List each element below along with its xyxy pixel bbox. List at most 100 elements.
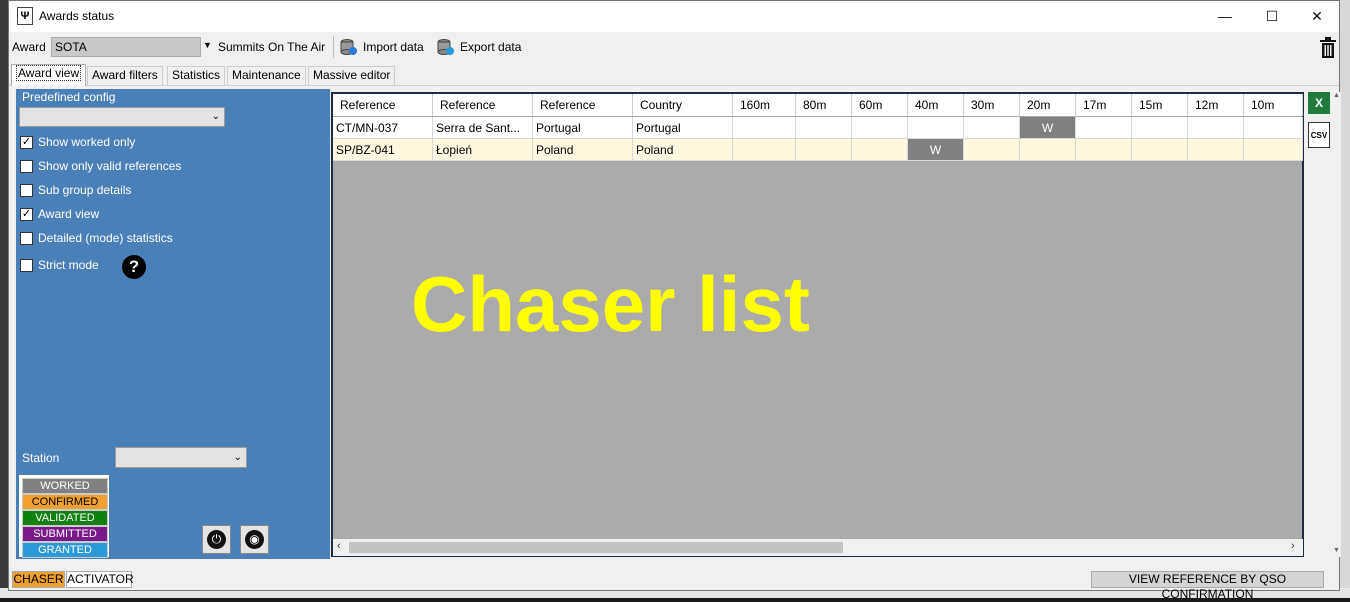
database-import-icon[interactable] (339, 38, 357, 56)
table-cell[interactable] (733, 139, 796, 161)
table-cell[interactable] (1076, 139, 1132, 161)
view-reference-button[interactable]: VIEW REFERENCE BY QSO CONFIRMATION (1091, 571, 1324, 601)
table-cell[interactable] (1244, 139, 1303, 161)
table-cell[interactable] (1188, 117, 1244, 139)
table-cell[interactable]: Serra de Sant... (433, 117, 533, 139)
worked-cell[interactable]: W (908, 139, 964, 161)
column-header[interactable]: 10m (1244, 94, 1303, 116)
table-cell[interactable] (908, 117, 964, 139)
column-header[interactable]: 12m (1188, 94, 1244, 116)
column-header[interactable]: Reference (433, 94, 533, 116)
minimize-button[interactable]: — (1202, 1, 1248, 32)
tab-massive-editor[interactable]: Massive editor (308, 66, 396, 85)
table-cell[interactable] (1188, 139, 1244, 161)
table-cell[interactable]: Łopień (433, 139, 533, 161)
table-cell[interactable] (1076, 117, 1132, 139)
column-header[interactable]: 160m (733, 94, 796, 116)
scrollbar-thumb[interactable] (349, 542, 843, 553)
database-export-icon[interactable] (436, 38, 454, 56)
grid-header: Reference Reference Reference Country 16… (333, 94, 1303, 116)
map-button[interactable]: ◉ (240, 525, 269, 554)
vertical-scrollbar[interactable]: ▲ ▼ (1333, 92, 1341, 557)
chaser-mode-button[interactable]: CHASER (12, 571, 65, 588)
export-data-button[interactable]: Export data (460, 40, 521, 54)
tab-award-filters[interactable]: Award filters (87, 66, 163, 85)
table-cell[interactable] (964, 117, 1020, 139)
tab-statistics[interactable]: Statistics (167, 66, 226, 85)
checkbox[interactable] (20, 184, 33, 197)
chevron-right-icon[interactable]: › (1291, 540, 1295, 552)
chevron-down-icon[interactable]: ▼ (203, 40, 212, 50)
chevron-down-icon: ⌄ (211, 111, 220, 122)
chevron-down-icon[interactable]: ▼ (1333, 547, 1340, 554)
table-cell[interactable] (852, 117, 908, 139)
help-icon[interactable]: ? (122, 255, 146, 279)
table-row[interactable]: SP/BZ-041 Łopień Poland Poland W (333, 139, 1303, 161)
legend-granted: GRANTED (22, 542, 108, 558)
refresh-button[interactable]: ⏻ (202, 525, 231, 554)
table-cell[interactable] (733, 117, 796, 139)
chevron-left-icon[interactable]: ‹ (337, 540, 341, 552)
checkbox[interactable] (20, 160, 33, 173)
overlay-caption: Chaser list (411, 260, 810, 348)
close-button[interactable]: ✕ (1294, 1, 1340, 32)
legend-submitted: SUBMITTED (22, 526, 108, 542)
table-cell[interactable]: Poland (633, 139, 733, 161)
activator-mode-button[interactable]: ACTIVATOR (66, 571, 134, 588)
column-header[interactable]: 17m (1076, 94, 1132, 116)
station-select[interactable]: ⌄ (115, 447, 247, 468)
options-panel: Predefined config ⌄ ✓ Show worked only S… (16, 89, 330, 559)
tab-maintenance[interactable]: Maintenance (227, 66, 306, 85)
table-cell[interactable] (964, 139, 1020, 161)
predefined-config-label: Predefined config (22, 90, 116, 104)
column-header[interactable]: Reference (533, 94, 633, 116)
trash-icon[interactable] (1319, 37, 1337, 59)
column-header[interactable]: 20m (1020, 94, 1076, 116)
column-header[interactable]: Country (633, 94, 733, 116)
column-header[interactable]: Reference (333, 94, 433, 116)
app-icon: Ψ (17, 7, 33, 25)
award-description: Summits On The Air (218, 40, 326, 54)
table-row[interactable]: CT/MN-037 Serra de Sant... Portugal Port… (333, 117, 1303, 139)
table-cell[interactable]: Portugal (633, 117, 733, 139)
excel-export-icon[interactable]: X (1308, 92, 1330, 114)
column-header[interactable]: 80m (796, 94, 852, 116)
table-cell[interactable] (1132, 139, 1188, 161)
chevron-up-icon[interactable]: ▲ (1333, 92, 1340, 99)
status-legend: WORKED CONFIRMED VALIDATED SUBMITTED GRA… (19, 475, 109, 558)
checkbox[interactable]: ✓ (20, 136, 33, 149)
checkbox[interactable]: ✓ (20, 208, 33, 221)
maximize-button[interactable]: ☐ (1249, 1, 1295, 32)
table-cell[interactable]: Portugal (533, 117, 633, 139)
option-label: Award view (38, 207, 100, 221)
column-header[interactable]: 40m (908, 94, 964, 116)
column-header[interactable]: 60m (852, 94, 908, 116)
title-bar: Ψ Awards status — ☐ ✕ (9, 1, 1339, 32)
option-label: Detailed (mode) statistics (38, 231, 173, 245)
tab-award-view[interactable]: Award view (11, 64, 87, 86)
table-cell[interactable] (852, 139, 908, 161)
column-header[interactable]: 15m (1132, 94, 1188, 116)
table-cell[interactable]: Poland (533, 139, 633, 161)
predefined-config-select[interactable]: ⌄ (19, 107, 225, 127)
awards-status-window: Ψ Awards status — ☐ ✕ Award SOTA ▼ Summi… (8, 0, 1341, 601)
table-cell[interactable] (796, 139, 852, 161)
table-cell[interactable]: CT/MN-037 (333, 117, 433, 139)
worked-cell[interactable]: W (1020, 117, 1076, 139)
table-cell[interactable]: SP/BZ-041 (333, 139, 433, 161)
legend-validated: VALIDATED (22, 510, 108, 526)
table-cell[interactable] (1020, 139, 1076, 161)
window-title: Awards status (39, 9, 115, 23)
checkbox[interactable] (20, 232, 33, 245)
table-cell[interactable] (796, 117, 852, 139)
checkbox[interactable] (20, 259, 33, 272)
award-grid: Reference Reference Reference Country 16… (331, 92, 1304, 557)
horizontal-scrollbar[interactable]: ‹ › (333, 539, 1303, 556)
table-cell[interactable] (1132, 117, 1188, 139)
table-cell[interactable] (1244, 117, 1303, 139)
legend-confirmed: CONFIRMED (22, 494, 108, 510)
column-header[interactable]: 30m (964, 94, 1020, 116)
import-data-button[interactable]: Import data (363, 40, 424, 54)
award-select[interactable]: SOTA (51, 37, 201, 57)
csv-export-icon[interactable]: CSV (1308, 122, 1330, 148)
